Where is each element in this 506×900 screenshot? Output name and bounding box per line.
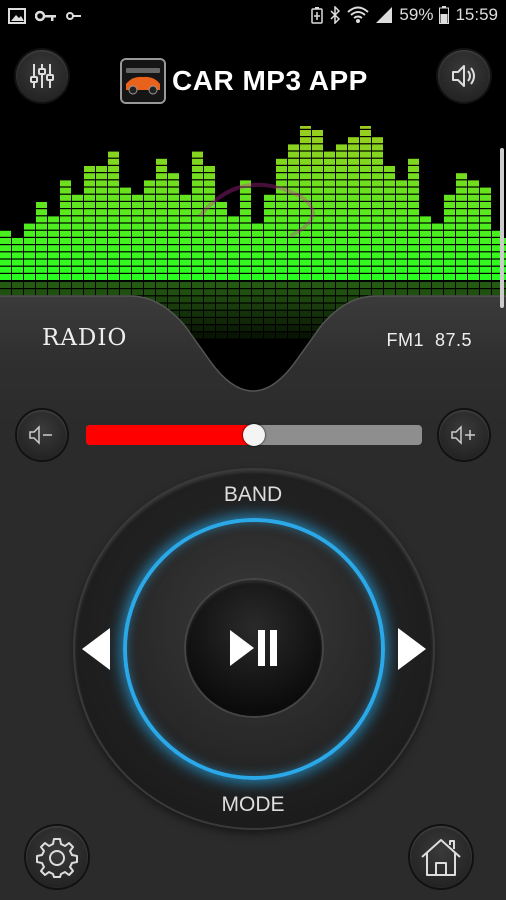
app-header: CAR MP3 APP xyxy=(0,34,506,126)
volume-up-button[interactable] xyxy=(439,410,489,460)
volume-slider-knob[interactable] xyxy=(243,424,265,446)
equalizer-icon xyxy=(30,64,54,88)
battery-saver-icon xyxy=(311,7,324,24)
volume-up-icon xyxy=(451,425,475,445)
volume-down-icon xyxy=(29,425,52,445)
status-bar: 59% 15:59 xyxy=(0,0,506,34)
speaker-icon xyxy=(452,65,475,87)
volume-down-button[interactable] xyxy=(17,410,67,460)
play-pause-icon xyxy=(230,630,277,666)
band-button[interactable]: BAND xyxy=(0,483,506,507)
image-icon xyxy=(8,8,26,24)
signal-icon xyxy=(376,7,393,23)
previous-arrow-icon[interactable] xyxy=(82,628,110,670)
battery-icon xyxy=(439,6,450,24)
settings-gear-icon xyxy=(36,838,78,878)
mode-button[interactable]: MODE xyxy=(0,793,506,817)
app-logo xyxy=(120,58,166,104)
equalizer-button[interactable] xyxy=(16,50,68,102)
clock: 15:59 xyxy=(455,5,498,24)
home-icon xyxy=(421,839,461,876)
speaker-button[interactable] xyxy=(438,50,490,102)
display-panel xyxy=(0,295,506,426)
settings-button[interactable] xyxy=(26,826,88,888)
app-title-text: CAR MP3 APP xyxy=(172,65,368,96)
key-icon xyxy=(35,10,56,22)
frequency-readout: FM1 87.5 xyxy=(386,330,472,350)
bluetooth-icon xyxy=(330,6,341,24)
scroll-indicator[interactable] xyxy=(500,148,504,308)
key-small-icon xyxy=(66,12,81,20)
volume-slider-fill xyxy=(86,425,254,445)
wifi-icon xyxy=(347,6,370,23)
home-button[interactable] xyxy=(410,826,472,888)
source-label: RADIO xyxy=(42,325,128,351)
play-pause-button[interactable] xyxy=(186,580,322,716)
app-title: CAR MP3 APP xyxy=(120,58,368,104)
next-arrow-icon[interactable] xyxy=(398,628,426,670)
battery-percent: 59% xyxy=(399,5,434,24)
